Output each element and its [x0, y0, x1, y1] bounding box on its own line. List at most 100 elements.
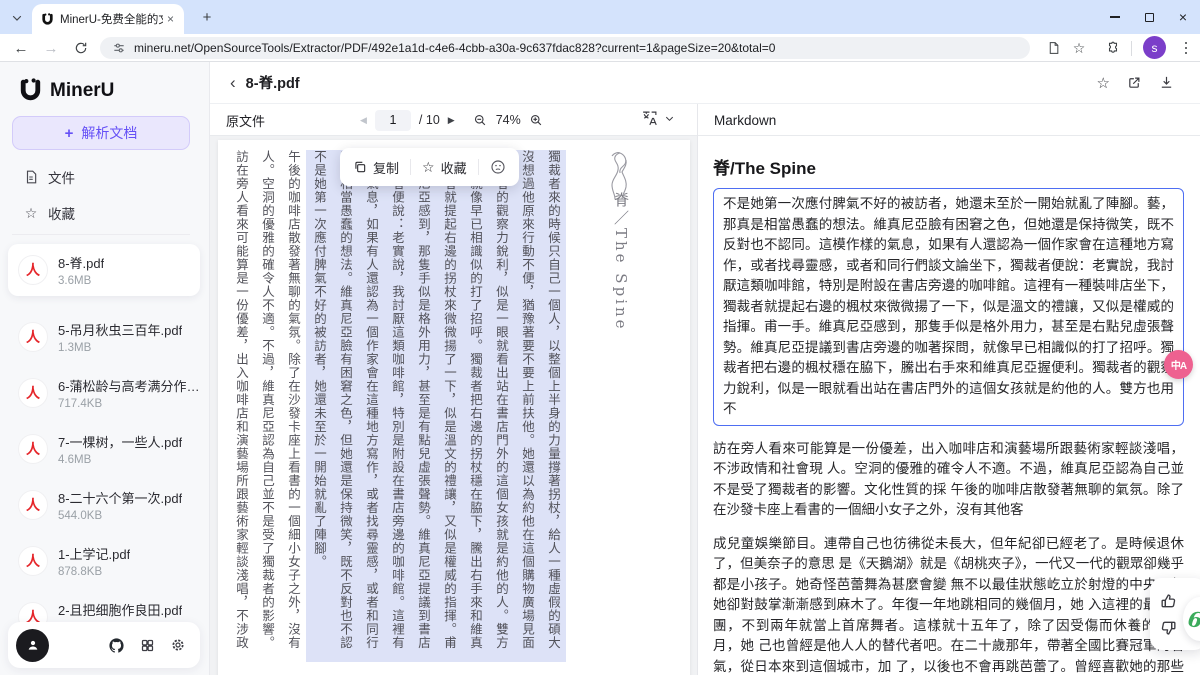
file-list-item[interactable]: 人 5-吊月秋虫三百年.pdf 1.3MB — [8, 311, 200, 363]
zoom-out-icon[interactable] — [473, 113, 488, 128]
back-nav-icon[interactable]: ← — [10, 37, 32, 59]
window-close-button[interactable]: × — [1174, 8, 1192, 26]
parse-document-button[interactable]: + 解析文档 — [12, 116, 190, 150]
tab-close-icon[interactable]: × — [163, 12, 178, 27]
pdf-column: 維真尼亞感到，那隻手似是格外用力，甚至是有點兒虛張聲勢。維真尼亞提議到書店旁邊的 — [410, 150, 436, 662]
viewer-toolbar: 原文件 ◀ 1 / 10 ▶ 74% Markdown — [210, 104, 1200, 136]
original-file-tab[interactable]: 原文件 — [226, 111, 265, 130]
pdf-viewer-pane[interactable]: 脊／The Spine 獨裁者來的時候只自己一個人，以整個上半身的力量撐著拐杖，… — [210, 136, 697, 675]
file-size: 544.0KB — [58, 510, 182, 522]
pdf-file-icon: 人 — [18, 490, 48, 520]
markdown-pane[interactable]: 脊/The Spine 不是她第一次應付脾氣不好的被訪者，她還未至於一開始就亂了… — [697, 136, 1200, 675]
pdf-column: 沒想過他原來行動不便，猶豫著要不要上前扶他。她還以為約他在這個購物廣場見面交通比 — [514, 150, 540, 662]
next-page-icon[interactable]: ▶ — [448, 115, 455, 126]
file-size: 3.6MB — [58, 275, 104, 287]
markdown-selected-block[interactable]: 不是她第一次應付脾氣不好的被訪者，她還未至於一開始就亂了陣腳。藝，那真是相當愚蠢… — [713, 188, 1184, 426]
user-avatar[interactable] — [16, 629, 49, 662]
sidebar-item-files[interactable]: 文件 — [12, 162, 190, 192]
browser-tabstrip: MinerU-免费全能的文档解析神 × + × — [0, 0, 1200, 34]
pdf-text-columns: 獨裁者來的時候只自己一個人，以整個上半身的力量撐著拐杖，給人一種虛假的碩大感。維… — [228, 150, 566, 662]
pdf-vertical-title: 脊／The Spine — [611, 192, 632, 332]
previous-page-icon[interactable]: ◀ — [360, 115, 367, 126]
file-name: 7-一棵树，一些人.pdf — [58, 432, 182, 451]
page-number-input[interactable]: 1 — [375, 110, 411, 131]
markdown-title: 脊/The Spine — [713, 154, 1184, 179]
file-list-item[interactable]: 人 8-脊.pdf 3.6MB — [8, 244, 200, 296]
window-maximize-button[interactable] — [1140, 8, 1158, 26]
favorite-button[interactable]: ☆ 收藏 — [422, 158, 467, 177]
browser-toolbar: ← → mineru.net/OpenSourceTools/Extractor… — [0, 34, 1200, 62]
toolbar-separator — [410, 159, 411, 175]
window-minimize-button[interactable] — [1106, 8, 1124, 26]
copy-icon — [353, 160, 367, 174]
file-list-item[interactable]: 人 7-一棵树，一些人.pdf 4.6MB — [8, 423, 200, 475]
back-icon[interactable]: ‹ — [230, 73, 236, 93]
pdf-column: 向，就像早已相識似的打了招呼。獨裁者把右邊的拐杖穩在脇下，騰出右手來和維真尼亞 — [462, 150, 488, 662]
pdf-column: 獨裁者便說：老實說，我討厭這類咖啡館，特別是附設在書店旁邊的咖啡館。這裡有一種 — [384, 150, 410, 662]
chevron-down-icon — [664, 113, 675, 124]
sidebar-footer — [8, 622, 200, 668]
favorite-star-icon[interactable]: ☆ — [1097, 74, 1110, 92]
browser-profile-avatar[interactable]: s — [1143, 36, 1166, 59]
person-icon — [25, 637, 41, 653]
pdf-column: 人。空洞的優雅的確令人不適。不過，維真尼亞認為自己並不是受了獨裁者的影響。文化性… — [254, 150, 280, 662]
plus-icon: + — [65, 125, 74, 142]
download-icon[interactable] — [1159, 75, 1174, 90]
file-name: 1-上学记.pdf — [58, 544, 130, 563]
save-page-icon[interactable] — [1042, 37, 1064, 59]
pdf-file-icon: 人 — [18, 322, 48, 352]
zoom-in-icon[interactable] — [529, 113, 544, 128]
sidebar: MinerU + 解析文档 文件 ☆ 收藏 人 8-脊.pdf 3.6MB 人 … — [0, 62, 210, 675]
document-icon — [23, 170, 39, 184]
star-icon: ☆ — [422, 159, 435, 176]
mineru-logo[interactable]: MinerU — [18, 78, 114, 103]
url-text: mineru.net/OpenSourceTools/Extractor/PDF… — [134, 41, 775, 55]
github-icon[interactable] — [108, 637, 125, 654]
share-icon[interactable] — [1127, 75, 1142, 90]
extensions-icon[interactable] — [1102, 37, 1124, 59]
file-size: 878.8KB — [58, 566, 130, 578]
sidebar-divider — [12, 234, 190, 235]
sidebar-item-favorites[interactable]: ☆ 收藏 — [12, 198, 190, 228]
pdf-file-icon: 人 — [18, 434, 48, 464]
translate-button[interactable] — [641, 110, 675, 127]
file-list-item[interactable]: 人 8-二十六个第一次.pdf 544.0KB — [8, 479, 200, 531]
copy-label: 复制 — [373, 158, 399, 177]
file-size: 4.6MB — [58, 454, 182, 466]
pdf-column: 真是相當愚蠢的想法。維真尼亞臉有困窘之色，但她還是保持微笑，既不反對也不認同。 — [332, 150, 358, 662]
pdf-column: 訪在旁人看來可能算是一份優差，出入咖啡店和演藝場所跟藝術家輕談淺唱，不涉政情和社… — [228, 150, 254, 662]
tab-title: MinerU-免费全能的文档解析神 — [60, 11, 163, 27]
pdf-column: 樣的氣息，如果有人還認為一個作家會在這種地方寫作，或者找尋靈感，或者和同行們談文 — [358, 150, 384, 662]
mineru-logo-icon — [18, 78, 43, 103]
site-settings-icon[interactable] — [112, 41, 126, 55]
markdown-tab[interactable]: Markdown — [714, 113, 776, 128]
file-size: 717.4KB — [58, 398, 200, 410]
url-bar[interactable]: mineru.net/OpenSourceTools/Extractor/PDF… — [100, 37, 1030, 59]
file-name: 8-脊.pdf — [58, 253, 104, 272]
file-name: 2-且把细胞作良田.pdf — [58, 600, 182, 619]
browser-tab[interactable]: MinerU-免费全能的文档解析神 × — [32, 4, 184, 34]
markdown-paragraph: 成兒童娛樂節目。連帶自己也彷彿從未長大，但年紀卻已經老了。是時候退休了，但美奈子… — [713, 534, 1184, 675]
file-list-item[interactable]: 人 1-上学记.pdf 878.8KB — [8, 535, 200, 587]
thumbs-up-icon[interactable] — [1159, 592, 1178, 611]
translate-fab[interactable]: 中A — [1164, 350, 1193, 379]
thumbs-down-icon[interactable] — [1159, 618, 1178, 637]
settings-gear-icon[interactable] — [170, 637, 186, 653]
browser-menu-icon[interactable] — [1180, 39, 1192, 57]
copy-button[interactable]: 复制 — [353, 158, 399, 177]
reload-icon[interactable] — [70, 37, 92, 59]
sidebar-favorites-label: 收藏 — [48, 203, 75, 223]
pdf-file-icon: 人 — [18, 546, 48, 576]
app-grid-icon[interactable] — [140, 638, 155, 653]
pdf-column: 獨裁者來的時候只自己一個人，以整個上半身的力量撐著拐杖，給人一種虛假的碩大感。維 — [540, 150, 566, 662]
selection-toolbar: 复制 ☆ 收藏 — [340, 148, 519, 186]
translate-icon — [641, 110, 658, 127]
bookmark-star-icon[interactable]: ☆ — [1068, 37, 1090, 59]
zoom-level: 74% — [496, 113, 521, 127]
forward-nav-icon[interactable]: → — [40, 37, 62, 59]
new-tab-button[interactable]: + — [198, 8, 216, 26]
pdf-column: 不是她第一次應付脾氣不好的被訪者，她還未至於一開始就亂了陣腳。 — [306, 150, 332, 662]
feedback-face-icon[interactable] — [490, 159, 506, 175]
file-list-item[interactable]: 人 6-蒲松龄与高考满分作文.... 717.4KB — [8, 367, 200, 419]
tab-search-icon[interactable] — [8, 9, 26, 27]
